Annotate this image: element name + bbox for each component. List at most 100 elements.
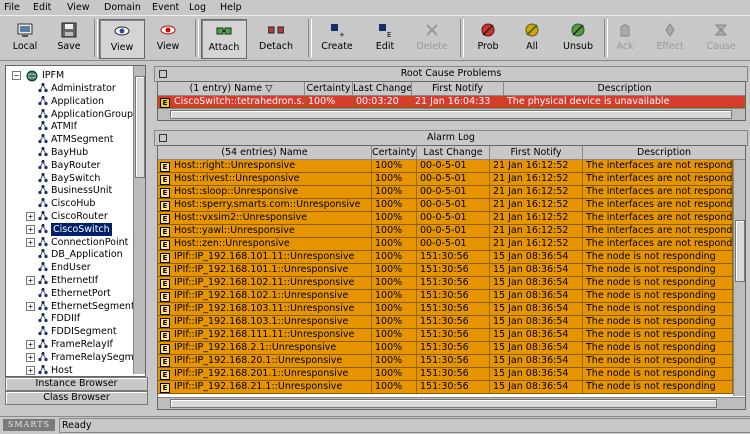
tree-item[interactable]: BaySwitch — [10, 172, 138, 185]
alarm-row[interactable]: E IPIf::IP_192.168.101.11::Unresponsive 10… — [158, 251, 733, 264]
al-vertical-scrollbar[interactable] — [733, 160, 745, 396]
alarm-row[interactable]: E IPIf::IP_192.168.102.1::Unresponsive 100… — [158, 290, 733, 303]
pane-toggle-icon[interactable] — [159, 134, 167, 142]
alarm-row[interactable]: E Host::zen::Unresponsive 100% 00-0-5-01 21 … — [158, 238, 733, 251]
alarm-row[interactable]: E IPIf::IP_192.168.2.1::Unresponsive 100% 1… — [158, 342, 733, 355]
unsub-button[interactable]: Unsub — [556, 19, 600, 57]
tree-item[interactable]: EthernetPort — [10, 287, 138, 300]
tree-item[interactable]: FDDIIf — [10, 312, 138, 325]
svg-text:E: E — [387, 31, 391, 38]
tree-root[interactable]: − IPFM — [10, 69, 140, 82]
menu-view[interactable]: View — [67, 2, 90, 13]
tree-item[interactable]: CiscoHub — [10, 197, 138, 210]
menu-help[interactable]: Help — [220, 2, 242, 13]
alarm-row[interactable]: E IPIf::IP_192.168.103.11::Unresponsive 10… — [158, 303, 733, 316]
attach-button[interactable]: Attach — [201, 19, 247, 59]
detach-button[interactable]: Detach — [250, 19, 302, 57]
effect-button[interactable]: Effect — [650, 19, 690, 57]
rc-header-certainty[interactable]: Certainty — [305, 82, 353, 96]
menu-domain[interactable]: Domain — [104, 2, 141, 13]
rc-hscroll-thumb[interactable] — [170, 110, 732, 119]
pane-toggle-icon[interactable] — [159, 70, 167, 78]
menu-file[interactable]: File — [4, 2, 20, 13]
al-header-certainty[interactable]: Certainty — [372, 146, 417, 160]
cell-entry-name: E CiscoSwitch::tetrahedron.s... — [158, 96, 305, 108]
edit-button[interactable]: E Edit — [364, 19, 406, 57]
tree-item[interactable]: Administrator — [10, 82, 138, 95]
tree-item[interactable]: + FrameRelaySegme — [10, 351, 140, 364]
tree-item[interactable]: + ConnectionPoint — [10, 236, 138, 249]
alarm-row[interactable]: E Host::vxsim2::Unresponsive 100% 00-0-5-01… — [158, 212, 733, 225]
tree-vertical-scrollbar[interactable] — [133, 66, 145, 374]
alarm-row[interactable]: E Host::right::Unresponsive 100% 00-0-5-01 2… — [158, 160, 733, 173]
alarm-row[interactable]: E IPIf::IP_192.168.103.1::Unresponsive 100… — [158, 316, 733, 329]
menu-edit[interactable]: Edit — [33, 2, 51, 13]
alarm-row[interactable]: E Host::rivest::Unresponsive 100% 00-0-5-01… — [158, 173, 733, 186]
tree-item[interactable]: FDDISegment — [10, 325, 138, 338]
al-horizontal-scrollbar[interactable] — [158, 397, 745, 409]
root-cause-row[interactable]: E CiscoSwitch::tetrahedron.s... 100% 00:03:… — [158, 96, 745, 108]
red-view-button[interactable]: View — [146, 19, 190, 57]
tree-item[interactable]: + CiscoRouter — [10, 210, 138, 223]
tree-item[interactable]: + EthernetIf — [10, 274, 138, 287]
alarm-row[interactable]: E IPIf::IP_192.168.111.11::Unresponsive 10… — [158, 329, 733, 342]
tree-item[interactable]: BayHub — [10, 146, 138, 159]
cause-button[interactable]: Cause — [700, 19, 742, 57]
instance-tree[interactable]: − IPFM Administrator Application Applicati… — [5, 65, 146, 377]
expand-icon[interactable]: + — [26, 365, 35, 375]
tree-item[interactable]: + Host — [10, 364, 138, 376]
alarm-row[interactable]: E Host::sperry.smarts.com::Unresponsive 10… — [158, 199, 733, 212]
rc-header-first-notify[interactable]: First Notify — [412, 82, 504, 96]
tree-item[interactable]: BusinessUnit — [10, 184, 138, 197]
tree-item[interactable]: + EthernetSegment — [10, 300, 138, 313]
ack-button[interactable]: Ack — [608, 19, 642, 57]
al-header-last-change[interactable]: Last Change — [417, 146, 490, 160]
prob-button[interactable]: Prob — [466, 19, 510, 57]
tree-item[interactable]: Application — [10, 95, 138, 108]
tree-scroll-thumb[interactable] — [135, 76, 145, 178]
delete-button[interactable]: Delete — [410, 19, 454, 57]
view-button[interactable]: View — [99, 19, 145, 59]
class-browser-tab[interactable]: Class Browser — [5, 391, 148, 405]
menu-event[interactable]: Event — [152, 2, 179, 13]
expand-icon[interactable]: + — [26, 212, 35, 221]
alarm-row[interactable]: E IPIf::IP_192.168.20.1::Unresponsive 100%… — [158, 355, 733, 368]
tree-item[interactable]: BayRouter — [10, 159, 138, 172]
tree-item[interactable]: DB_Application — [10, 248, 138, 261]
alarm-row[interactable]: E IPIf::IP_192.168.201.1::Unresponsive 100… — [158, 368, 733, 381]
tree-item[interactable]: + CiscoSwitch — [10, 222, 138, 236]
tree-item[interactable]: ATMIf — [10, 120, 138, 133]
alarm-row[interactable]: E Host::yawl::Unresponsive 100% 00-0-5-01 21… — [158, 225, 733, 238]
create-button[interactable]: + Create — [315, 19, 359, 57]
instance-browser-tab[interactable]: Instance Browser — [5, 377, 148, 391]
local-button[interactable]: Local — [4, 19, 46, 57]
expand-icon[interactable]: + — [26, 237, 35, 247]
tree-item[interactable]: ATMSegment — [10, 133, 138, 146]
rc-header-description[interactable]: Description — [504, 82, 745, 96]
alarm-row[interactable]: E IPIf::IP_192.168.21.1::Unresponsive 100%… — [158, 381, 733, 394]
rc-header-name[interactable]: (1 entry) Name ▽ — [158, 82, 305, 96]
rc-horizontal-scrollbar[interactable] — [158, 108, 745, 120]
expand-icon[interactable]: + — [26, 276, 35, 285]
collapse-icon[interactable]: − — [12, 71, 21, 80]
expand-icon[interactable]: + — [26, 224, 35, 234]
al-header-first-notify[interactable]: First Notify — [490, 146, 583, 160]
expand-icon[interactable]: + — [26, 352, 35, 362]
tree-item[interactable]: + FrameRelayIf — [10, 338, 138, 351]
save-button[interactable]: Save — [48, 19, 90, 57]
al-header-description[interactable]: Description — [583, 146, 745, 160]
cell-description: The node is not responding — [583, 381, 733, 393]
tree-item[interactable]: ApplicationGroup — [10, 108, 138, 121]
rc-header-last-change[interactable]: Last Change — [353, 82, 412, 96]
alarm-row[interactable]: E Host::sloop::Unresponsive 100% 00-0-5-01 2… — [158, 186, 733, 199]
al-header-name[interactable]: (54 entries) Name — [158, 146, 372, 160]
menu-log[interactable]: Log — [189, 2, 206, 13]
expand-icon[interactable]: + — [26, 301, 35, 311]
al-hscroll-thumb[interactable] — [170, 399, 717, 408]
alarm-row[interactable]: E IPIf::IP_192.168.101.1::Unresponsive 100… — [158, 264, 733, 277]
alarm-row[interactable]: E IPIf::IP_192.168.102.11::Unresponsive 10… — [158, 277, 733, 290]
all-button[interactable]: All — [514, 19, 550, 57]
tree-item[interactable]: EndUser — [10, 261, 138, 274]
expand-icon[interactable]: + — [26, 340, 35, 349]
al-vscroll-thumb[interactable] — [735, 220, 745, 282]
